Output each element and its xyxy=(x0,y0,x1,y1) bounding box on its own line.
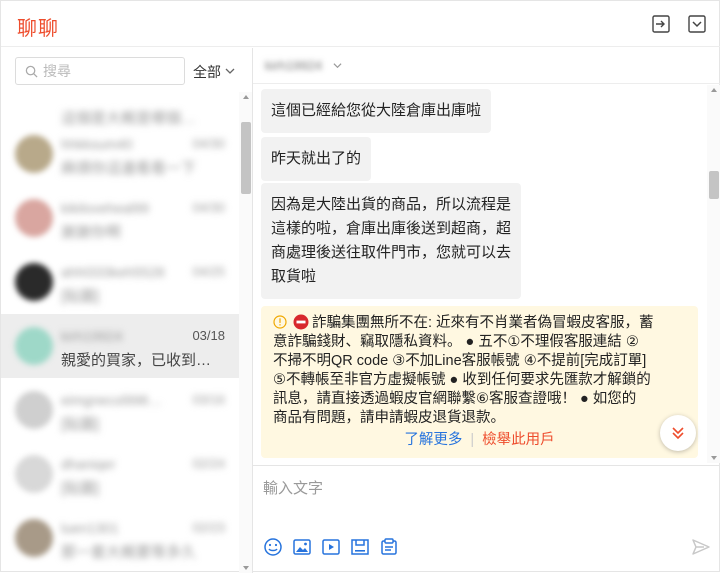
conversation-item[interactable]: dhaniqer 02/24 [貼圖] xyxy=(1,442,239,506)
conversation-name: luen1301 xyxy=(61,520,119,536)
conversation-time: 04/30 xyxy=(192,136,225,151)
message-line: 因為是大陸出貨的商品，所以流程是 xyxy=(271,196,512,213)
conversation-item[interactable]: hhkksum40 04/30 麻煩你這邊看看一下 xyxy=(1,122,239,186)
conversation-time: 04/30 xyxy=(192,200,225,215)
message-input[interactable] xyxy=(263,478,703,498)
conversation-name: eimgnecol998… xyxy=(61,392,163,408)
conversation-preview: [貼圖] xyxy=(61,288,100,305)
conversation-name: kikiloveheal99 xyxy=(61,200,149,216)
contact-name: kirh19924 xyxy=(265,58,323,73)
conversation-time: 03/18 xyxy=(192,328,225,343)
message-composer xyxy=(253,465,720,573)
conversation-preview: [貼圖] xyxy=(61,480,100,497)
send-icon[interactable] xyxy=(691,537,711,557)
conversation-item[interactable]: kikiloveheal99 04/30 謝謝你啊 xyxy=(1,186,239,250)
report-user-link[interactable]: 檢舉此用戶 xyxy=(482,432,555,448)
conversation-time: 02/24 xyxy=(192,456,225,471)
conversation-item[interactable]: ahhl333keh5528 04/25 [貼圖] xyxy=(1,250,239,314)
conversation-time: 02/23 xyxy=(192,520,225,535)
notice-actions: 了解更多 | 檢舉此用戶 xyxy=(261,431,698,450)
message-bubble: 這個已經給您從大陸倉庫出庫啦 xyxy=(261,89,492,133)
chat-panel: kirh19924 這個已經給您從大陸倉庫出庫啦 昨天就出了的 因為是大陸出貨的… xyxy=(253,48,720,573)
conversation-time: 03/16 xyxy=(192,392,225,407)
conversation-name: ahhl333keh5528 xyxy=(61,264,165,280)
avatar xyxy=(15,519,53,557)
conversation-time: 04/25 xyxy=(192,264,225,279)
scroll-down-icon[interactable] xyxy=(711,456,717,460)
image-icon[interactable] xyxy=(292,537,312,557)
minimize-to-tray-icon[interactable] xyxy=(651,14,671,34)
notice-line: 不掃不明QR code ③不加Line客服帳號 ④不提前[完成訂單] xyxy=(273,353,647,369)
message-line: 昨天就出了的 xyxy=(271,150,362,167)
search-box[interactable] xyxy=(15,57,185,85)
app-logo: 聊聊 xyxy=(17,16,59,40)
link-divider: | xyxy=(470,432,475,448)
message-area: 這個已經給您從大陸倉庫出庫啦 昨天就出了的 因為是大陸出貨的商品，所以流程是 這… xyxy=(253,85,707,463)
conversation-name: hhkksum40 xyxy=(61,136,133,152)
product-icon[interactable] xyxy=(350,537,370,557)
conversation-name: dhaniqer xyxy=(61,456,116,472)
no-entry-icon xyxy=(293,314,309,330)
sidebar-scrollbar[interactable] xyxy=(239,92,252,573)
learn-more-link[interactable]: 了解更多 xyxy=(404,432,462,448)
conversation-name: kirh19924 xyxy=(61,328,123,344)
conversation-preview: 麻煩你這邊看看一下 xyxy=(61,160,197,177)
notice-text: 詐騙集團無所不在: 近來有不肖業者偽冒蝦皮客服，蓄 xyxy=(312,315,654,331)
message-line: 這樣的啦，倉庫出庫後送到超商，超 xyxy=(271,220,512,237)
video-icon[interactable] xyxy=(321,537,341,557)
warning-icon xyxy=(273,315,287,329)
header: 聊聊 xyxy=(1,1,720,47)
conversation-item[interactable]: luen1301 02/23 那一套大概要等多久 xyxy=(1,506,239,570)
double-chevron-down-icon xyxy=(672,427,684,440)
search-icon xyxy=(25,65,38,78)
message-scrollbar[interactable] xyxy=(707,85,720,463)
conversation-preview: 親愛的買家，已收到… xyxy=(61,352,212,369)
scrollbar-thumb[interactable] xyxy=(709,171,719,199)
notice-line: 商品有問題，請申請蝦皮退貨退款。 xyxy=(273,410,505,426)
avatar xyxy=(15,135,53,173)
chat-window: 聊聊 全部 這個是大概是哪個… hhkksum40 04/30 麻煩你這邊看看一… xyxy=(0,0,720,573)
conversation-preview: 那一套大概要等多久 xyxy=(61,544,197,561)
collapse-icon[interactable] xyxy=(687,14,707,34)
avatar xyxy=(15,263,53,301)
message-line: 這個已經給您從大陸倉庫出庫啦 xyxy=(271,102,482,119)
notice-line: 意詐騙錢財、竊取隱私資料。 ● 五不①不理假客服連結 ② xyxy=(273,334,639,350)
emoji-icon[interactable] xyxy=(263,537,283,557)
notice-line: ⑤不轉帳至非官方虛擬帳號 ● 收到任何要求先匯款才解鎖的 xyxy=(273,372,651,388)
chat-header[interactable]: kirh19924 xyxy=(253,48,720,84)
chevron-down-icon xyxy=(225,68,235,74)
avatar xyxy=(15,199,53,237)
conversation-sidebar: 全部 這個是大概是哪個… hhkksum40 04/30 麻煩你這邊看看一下 k… xyxy=(1,48,253,573)
scam-warning-notice: 詐騙集團無所不在: 近來有不肖業者偽冒蝦皮客服，蓄 意詐騙錢財、竊取隱私資料。 … xyxy=(261,306,698,458)
chevron-down-icon[interactable] xyxy=(333,61,342,70)
avatar xyxy=(15,455,53,493)
filter-label: 全部 xyxy=(193,64,221,80)
search-input[interactable] xyxy=(43,62,179,80)
conversation-preview: [貼圖] xyxy=(61,416,100,433)
scroll-to-bottom-button[interactable] xyxy=(660,415,696,451)
conversation-preview: 謝謝你啊 xyxy=(61,224,122,241)
conversation-list: 這個是大概是哪個… hhkksum40 04/30 麻煩你這邊看看一下 kiki… xyxy=(1,92,239,573)
message-bubble: 昨天就出了的 xyxy=(261,137,372,181)
message-line: 取貨啦 xyxy=(271,268,317,285)
notice-line: 詐騙集團無所不在: 近來有不肖業者偽冒蝦皮客服，蓄 xyxy=(273,314,688,333)
scroll-down-icon[interactable] xyxy=(243,566,249,570)
message-line: 商處理後送往取件門市，您就可以去 xyxy=(271,244,512,261)
conversation-item[interactable]: eimgnecol998… 03/16 [貼圖] xyxy=(1,378,239,442)
order-icon[interactable] xyxy=(379,537,399,557)
conversation-item-active[interactable]: kirh19924 03/18 親愛的買家，已收到… xyxy=(1,314,239,378)
scroll-up-icon[interactable] xyxy=(243,95,249,99)
message-bubble: 因為是大陸出貨的商品，所以流程是 這樣的啦，倉庫出庫後送到超商，超 商處理後送往… xyxy=(261,183,522,299)
scroll-up-icon[interactable] xyxy=(711,88,717,92)
avatar xyxy=(15,327,53,365)
filter-dropdown[interactable]: 全部 xyxy=(193,62,235,82)
scrollbar-thumb[interactable] xyxy=(241,122,251,194)
avatar xyxy=(15,391,53,429)
notice-line: 訊息，請直接透過蝦皮官網聯繫⑥客服查證哦！ ● 如您的 xyxy=(273,391,637,407)
